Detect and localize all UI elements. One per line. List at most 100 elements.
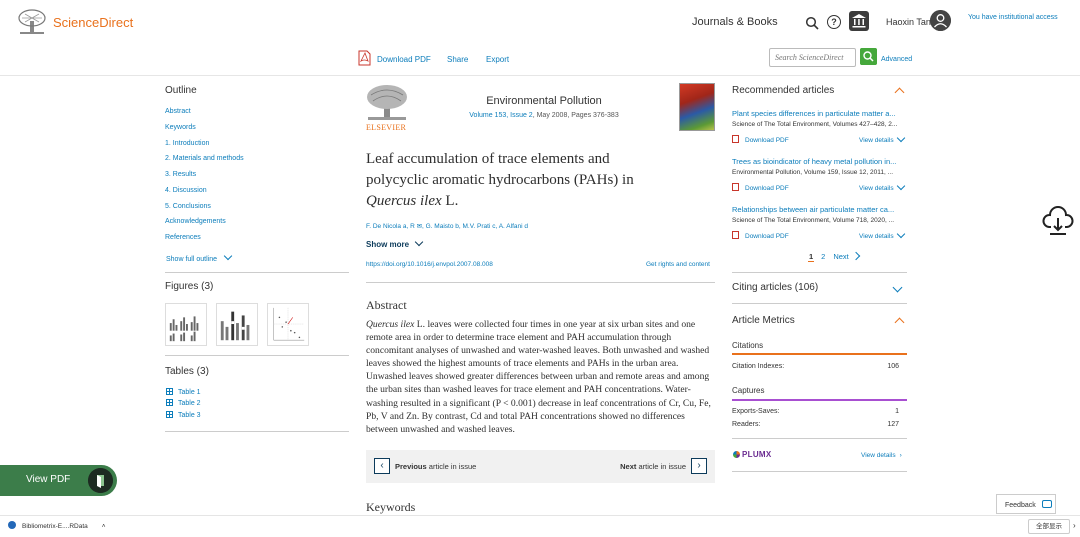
get-rights-link[interactable]: Get rights and content (646, 261, 710, 268)
outline-item-introduction[interactable]: 1. Introduction (165, 140, 209, 147)
close-shelf-icon[interactable]: › (1073, 521, 1076, 530)
recommended-article-2-download-pdf[interactable]: Download PDF (732, 183, 789, 192)
advanced-search-link[interactable]: Advanced (881, 56, 912, 63)
download-item[interactable]: Bibliometrix-E....RData ˄ (8, 521, 106, 530)
previous-rest: article in issue (426, 462, 477, 471)
recommended-article-2-view-details[interactable]: View details (859, 181, 905, 192)
chevron-up-icon[interactable] (894, 87, 905, 98)
help-icon[interactable]: ? (827, 15, 841, 29)
institution-icon[interactable] (849, 11, 869, 31)
recommended-article-1-view-details[interactable]: View details (859, 133, 905, 144)
chat-bubble-icon (1041, 500, 1052, 508)
chevron-down-icon[interactable] (892, 282, 903, 293)
elsevier-tree-logo-icon[interactable] (18, 9, 46, 35)
abstract-species: Quercus ilex (366, 319, 415, 330)
chevron-right-icon: › (899, 452, 902, 459)
show-more-button[interactable]: Show more (366, 237, 424, 249)
doi-link[interactable]: https://doi.org/10.1016/j.envpol.2007.08… (366, 261, 493, 268)
citing-articles-heading[interactable]: Citing articles (106) (732, 282, 818, 293)
outline-item-conclusions[interactable]: 5. Conclusions (165, 203, 211, 210)
recommended-article-3-view-details[interactable]: View details (859, 229, 905, 240)
view-pdf-button[interactable]: View PDF (0, 465, 117, 496)
recommended-articles-heading[interactable]: Recommended articles (732, 85, 834, 96)
figures-heading: Figures (3) (165, 281, 214, 292)
metrics-view-details-link[interactable]: View details › (861, 452, 902, 459)
outline-item-discussion[interactable]: 4. Discussion (165, 187, 207, 194)
journals-books-link[interactable]: Journals & Books (692, 16, 778, 28)
outline-item-abstract[interactable]: Abstract (165, 108, 191, 115)
figure-1-thumbnail[interactable] (165, 303, 207, 346)
chevron-left-icon[interactable]: ‹ (374, 458, 390, 474)
page-1-button[interactable]: 1 (808, 252, 815, 262)
recommended-article-2-title[interactable]: Trees as bioindicator of heavy metal pol… (732, 157, 908, 166)
table-1-link[interactable]: Table 1 (166, 388, 201, 396)
search-submit-button[interactable] (860, 48, 877, 65)
keywords-heading: Keywords (366, 500, 416, 514)
download-pdf-button[interactable]: Download PDF (377, 55, 431, 64)
table-icon (166, 388, 173, 395)
table-3-link[interactable]: Table 3 (166, 411, 201, 419)
user-name[interactable]: Haoxin Tan (886, 17, 931, 27)
article-metrics-heading[interactable]: Article Metrics (732, 315, 795, 326)
outline-item-references[interactable]: References (165, 234, 201, 241)
table-1-label: Table 1 (178, 389, 201, 396)
plumx-icon (733, 451, 740, 458)
chevron-up-icon[interactable] (894, 317, 905, 328)
chevron-down-icon (896, 181, 905, 191)
institutional-access-image[interactable]: You have institutional access (968, 14, 1058, 21)
table-2-link[interactable]: Table 2 (166, 399, 201, 407)
exports-saves-label: Exports-Saves: (732, 408, 780, 415)
next-bold: Next (620, 462, 637, 471)
article-title-species: Quercus ilex (366, 193, 442, 209)
figure-2-thumbnail[interactable] (216, 303, 258, 346)
search-input[interactable]: Search ScienceDirect (769, 48, 856, 67)
chevron-right-icon[interactable]: › (691, 458, 707, 474)
recommended-article-3-download-pdf[interactable]: Download PDF (732, 231, 789, 240)
journal-name-link[interactable]: Environmental Pollution (430, 95, 658, 107)
cloud-download-icon[interactable] (1042, 205, 1074, 237)
previous-next-navigation: ‹ Previous article in issue Next article… (366, 450, 715, 483)
next-page-button[interactable]: Next (833, 251, 861, 261)
recommended-article-1-title[interactable]: Plant species differences in particulate… (732, 109, 908, 118)
recommended-article-3-source: Science of The Total Environment, Volume… (732, 217, 894, 224)
journal-cover-image[interactable] (679, 83, 715, 131)
tables-heading: Tables (3) (165, 366, 209, 377)
recommended-article-3-title[interactable]: Relationships between air particulate ma… (732, 205, 908, 214)
citations-bar (732, 353, 907, 355)
figure-3-thumbnail[interactable] (267, 303, 309, 346)
pdf-icon (732, 183, 739, 191)
author-list[interactable]: F. De Nicola a, R ✉, G. Maisto b, M.V. P… (366, 222, 528, 230)
feedback-button[interactable]: Feedback (996, 494, 1056, 514)
recommended-2-pdf-label: Download PDF (745, 185, 789, 192)
volume-issue-link[interactable]: Volume 153, Issue 2 (469, 112, 532, 119)
share-button[interactable]: Share (447, 55, 468, 64)
page-2-button[interactable]: 2 (821, 252, 825, 261)
outline-item-results[interactable]: 3. Results (165, 171, 196, 178)
show-more-label: Show more (366, 240, 410, 249)
tables-divider (165, 431, 349, 432)
recommended-article-1-download-pdf[interactable]: Download PDF (732, 135, 789, 144)
recommended-article-2-source: Environmental Pollution, Volume 159, Iss… (732, 169, 894, 176)
chevron-up-icon[interactable]: ˄ (102, 523, 106, 530)
show-all-button[interactable]: 全部显示 (1028, 519, 1070, 534)
plumx-logo[interactable]: PLUMX (733, 450, 772, 459)
outline-item-keywords[interactable]: Keywords (165, 124, 196, 131)
download-shelf: Bibliometrix-E....RData ˄ 全部显示 › (0, 515, 1080, 537)
search-icon[interactable] (805, 16, 819, 30)
export-button[interactable]: Export (486, 55, 509, 64)
metrics-divider (732, 438, 907, 439)
download-filename: Bibliometrix-E....RData (22, 523, 88, 530)
show-full-outline-button[interactable]: Show full outline (166, 251, 233, 263)
pdf-icon[interactable] (358, 50, 371, 66)
recommended-1-pdf-label: Download PDF (745, 137, 789, 144)
citation-indexes-label: Citation Indexes: (732, 363, 785, 370)
next-article-link[interactable]: Next article in issue (620, 462, 686, 471)
plumx-label: PLUMX (742, 450, 772, 459)
abstract-text: L. leaves were collected four times in o… (366, 319, 711, 435)
user-avatar-icon[interactable] (930, 10, 951, 31)
sciencedirect-brand-link[interactable]: ScienceDirect (53, 15, 133, 30)
previous-article-link[interactable]: Previous article in issue (395, 462, 476, 471)
outline-item-materials-methods[interactable]: 2. Materials and methods (165, 155, 244, 162)
view-details-label: View details (861, 452, 896, 459)
outline-item-acknowledgements[interactable]: Acknowledgements (165, 218, 226, 225)
